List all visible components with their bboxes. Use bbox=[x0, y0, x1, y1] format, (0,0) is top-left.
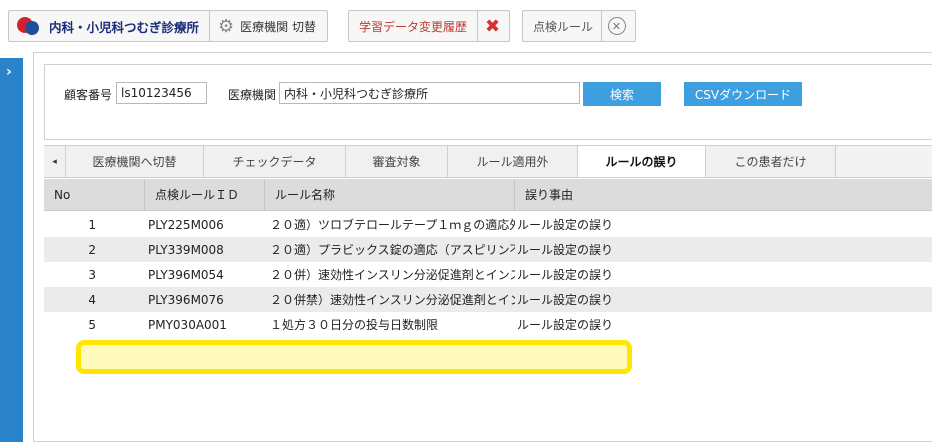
header-rule-id[interactable]: 点検ルールＩＤ bbox=[145, 179, 265, 210]
clinic-logo-icon bbox=[17, 15, 43, 37]
close-icon: ✖ bbox=[484, 15, 501, 37]
facility-label: 医療機関 bbox=[228, 88, 277, 102]
row-rule-id: PLY396M076 bbox=[148, 292, 224, 307]
row-rule-id: PLY396M054 bbox=[148, 267, 224, 282]
row-error-reason: ルール設定の誤り bbox=[517, 218, 614, 232]
row-no: 1 bbox=[88, 217, 96, 232]
row-error-reason: ルール設定の誤り bbox=[517, 268, 614, 282]
search-button[interactable]: 検索 bbox=[583, 82, 661, 106]
row-rule-id: PMY030A001 bbox=[148, 317, 227, 332]
table-row[interactable]: 4 PLY396M076 ２０併禁）速効性インスリン分泌促進剤とイン ルール設定… bbox=[44, 287, 932, 312]
csv-download-button[interactable]: CSVダウンロード bbox=[684, 82, 802, 106]
clinic-name: 内科・小児科つむぎ診療所 bbox=[49, 19, 200, 35]
side-rail[interactable]: › bbox=[0, 58, 23, 442]
top-toolbar: 内科・小児科つむぎ診療所 ⚙ 医療機関 切替 学習データ変更履歴 ✖ 点検ルール… bbox=[0, 0, 932, 52]
tab-check-data[interactable]: チェックデータ bbox=[204, 146, 346, 177]
tab-this-patient-only[interactable]: この患者だけ bbox=[706, 146, 836, 177]
customer-number-input[interactable] bbox=[116, 82, 207, 104]
close-history-button[interactable]: ✖ bbox=[477, 11, 507, 41]
header-rule-name[interactable]: ルール名称 bbox=[265, 179, 515, 210]
row-rule-id: PLY339M008 bbox=[148, 242, 224, 257]
gear-icon: ⚙ bbox=[218, 15, 235, 37]
rule-button[interactable]: 点検ルール bbox=[523, 11, 601, 41]
tab-switch-facility[interactable]: 医療機関へ切替 bbox=[66, 146, 204, 177]
customer-number-label: 顧客番号 bbox=[64, 88, 113, 102]
table-row[interactable]: 3 PLY396M054 ２０併）速効性インスリン分泌促進剤とインス ルール設定… bbox=[44, 262, 932, 287]
tab-rule-error[interactable]: ルールの誤り bbox=[578, 146, 706, 177]
row-rule-name: ２０併）速効性インスリン分泌促進剤とインス bbox=[270, 268, 515, 282]
table-row[interactable]: 1 PLY225M006 ２０適）ツロブテロールテープ１ｍｇの適応外 ルール設定… bbox=[44, 212, 932, 237]
header-error-reason[interactable]: 誤り事由 bbox=[515, 179, 932, 210]
circle-close-icon: ✕ bbox=[607, 17, 626, 35]
switch-facility-button[interactable]: ⚙ 医療機関 切替 bbox=[209, 11, 324, 41]
rule-label: 点検ルール bbox=[533, 19, 594, 34]
row-rule-name: ２０併禁）速効性インスリン分泌促進剤とイン bbox=[270, 293, 515, 307]
row-rule-name: ２０適）プラビックス錠の適応（アスピリン不 bbox=[270, 243, 515, 257]
close-rule-button[interactable]: ✕ bbox=[601, 11, 631, 41]
facility-input[interactable] bbox=[279, 82, 580, 104]
row-no: 3 bbox=[88, 267, 96, 282]
header-no[interactable]: No bbox=[44, 179, 145, 210]
history-button[interactable]: 学習データ変更履歴 bbox=[349, 11, 477, 41]
table-row[interactable]: 2 PLY339M008 ２０適）プラビックス錠の適応（アスピリン不 ルール設定… bbox=[44, 237, 932, 262]
row-no: 5 bbox=[88, 317, 96, 332]
history-label: 学習データ変更履歴 bbox=[359, 19, 468, 34]
switch-facility-label: 医療機関 切替 bbox=[240, 19, 316, 34]
row-error-reason: ルール設定の誤り bbox=[517, 243, 614, 257]
row-rule-id: PLY225M006 bbox=[148, 217, 224, 232]
tab-scroll-left[interactable]: ◂ bbox=[44, 146, 66, 177]
table-row[interactable]: 5 PMY030A001 １処方３０日分の投与日数制限 ルール設定の誤り bbox=[44, 312, 932, 337]
row-rule-name: ２０適）ツロブテロールテープ１ｍｇの適応外 bbox=[270, 218, 515, 232]
rule-group: 点検ルール ✕ bbox=[522, 10, 636, 42]
table-header: No 点検ルールＩＤ ルール名称 誤り事由 bbox=[44, 179, 932, 211]
row-error-reason: ルール設定の誤り bbox=[517, 318, 614, 332]
tab-bar: ◂ 医療機関へ切替 チェックデータ 審査対象 ルール適用外 ルールの誤り この患… bbox=[44, 145, 932, 178]
tab-rule-excluded[interactable]: ルール適用外 bbox=[448, 146, 578, 177]
chevron-right-icon[interactable]: › bbox=[6, 64, 12, 80]
tab-review-target[interactable]: 審査対象 bbox=[346, 146, 448, 177]
clinic-name-button[interactable]: 内科・小児科つむぎ診療所 bbox=[9, 11, 209, 41]
yellow-highlight-mark bbox=[76, 340, 632, 374]
row-no: 4 bbox=[88, 292, 96, 307]
row-rule-name: １処方３０日分の投与日数制限 bbox=[270, 318, 439, 332]
clinic-switch-group: 内科・小児科つむぎ診療所 ⚙ 医療機関 切替 bbox=[8, 10, 328, 42]
history-group: 学習データ変更履歴 ✖ bbox=[348, 10, 510, 42]
row-no: 2 bbox=[88, 242, 96, 257]
row-error-reason: ルール設定の誤り bbox=[517, 293, 614, 307]
